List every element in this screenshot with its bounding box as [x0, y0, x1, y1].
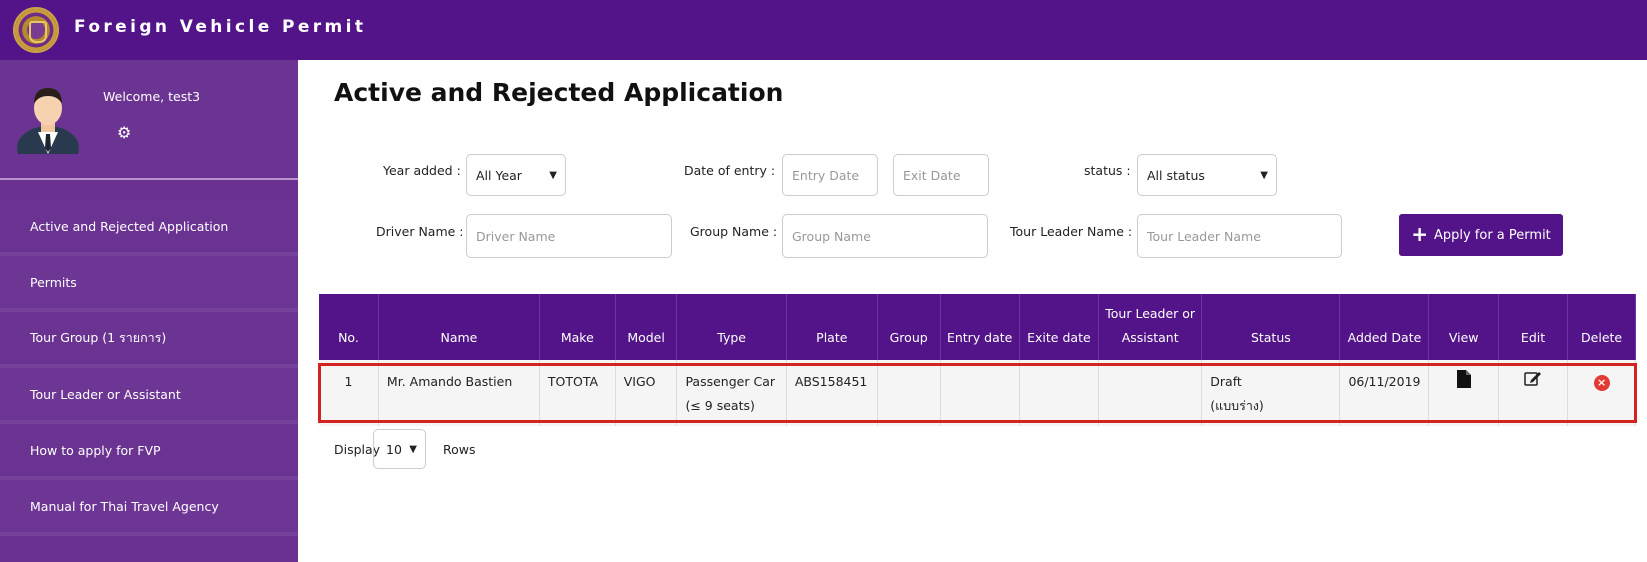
- avatar: [17, 88, 79, 154]
- col-header-entry-date[interactable]: Entry date: [940, 294, 1020, 360]
- cell-group: [877, 360, 941, 426]
- col-header-no[interactable]: No.: [319, 294, 379, 360]
- type-line-2: (≤ 9 seats): [685, 398, 755, 413]
- cell-make: TOTOTA: [539, 360, 616, 426]
- cell-model: VIGO: [615, 360, 678, 426]
- edit-icon[interactable]: [1524, 370, 1542, 386]
- cell-exit-date: [1019, 360, 1100, 426]
- cell-view: [1428, 360, 1499, 426]
- sidebar-item-active-rejected[interactable]: Active and Rejected Application: [0, 200, 298, 256]
- entry-date-input[interactable]: Entry Date: [782, 154, 878, 196]
- col-header-exit-date[interactable]: Exite date: [1019, 294, 1100, 360]
- year-select[interactable]: All Year ▼: [466, 154, 566, 196]
- cell-no: 1: [319, 360, 379, 426]
- col-header-delete: Delete: [1567, 294, 1636, 360]
- col-header-view: View: [1428, 294, 1499, 360]
- status-line-1: Draft: [1210, 374, 1242, 389]
- col-header-type[interactable]: Type: [676, 294, 787, 360]
- table-row: 1 Mr. Amando Bastien TOTOTA VIGO Passeng…: [319, 360, 1636, 426]
- status-label: status :: [1084, 163, 1131, 178]
- cell-name: Mr. Amando Bastien: [378, 360, 540, 426]
- col-header-group[interactable]: Group: [877, 294, 941, 360]
- col-header-tour-leader[interactable]: Tour Leader or Assistant: [1098, 294, 1203, 360]
- divider: [0, 178, 298, 180]
- rows-label: Rows: [443, 442, 476, 457]
- status-line-2: (แบบร่าง): [1210, 398, 1264, 413]
- sidebar-item-permits[interactable]: Permits: [0, 256, 298, 312]
- group-name-input[interactable]: Group Name: [782, 214, 988, 258]
- cell-plate: ABS158451: [786, 360, 878, 426]
- exit-date-input[interactable]: Exit Date: [893, 154, 989, 196]
- col-header-added-date[interactable]: Added Date: [1339, 294, 1430, 360]
- col-header-make[interactable]: Make: [539, 294, 616, 360]
- emblem-logo: [13, 7, 59, 53]
- driver-name-input[interactable]: Driver Name: [466, 214, 672, 258]
- apply-permit-button[interactable]: + Apply for a Permit: [1399, 214, 1563, 256]
- rows-per-page-select[interactable]: 10 ▼: [373, 429, 426, 469]
- chevron-down-icon: ▼: [409, 443, 417, 455]
- cell-edit: [1498, 360, 1569, 426]
- main-content: Active and Rejected Application Year add…: [298, 60, 1647, 562]
- delete-icon[interactable]: ×: [1593, 375, 1610, 391]
- plus-icon: +: [1411, 222, 1428, 246]
- welcome-text: Welcome, test3: [103, 89, 201, 104]
- cell-status: Draft (แบบร่าง): [1201, 360, 1341, 426]
- status-select[interactable]: All status ▼: [1137, 154, 1277, 196]
- sidebar-item-tour-group[interactable]: Tour Group (1 รายการ): [0, 312, 298, 368]
- sidebar-item-how-to-apply[interactable]: How to apply for FVP: [0, 424, 298, 480]
- sidebar-item-label: Manual for Thai Travel Agency: [30, 498, 219, 514]
- chevron-down-icon: ▼: [549, 169, 557, 181]
- sidebar-item-tour-leader[interactable]: Tour Leader or Assistant: [0, 368, 298, 424]
- chevron-down-icon: ▼: [1260, 169, 1268, 181]
- cell-delete: ×: [1567, 360, 1636, 426]
- date-of-entry-label: Date of entry :: [684, 163, 776, 178]
- group-name-label: Group Name :: [690, 224, 778, 239]
- apply-permit-label: Apply for a Permit: [1433, 227, 1551, 243]
- gear-icon[interactable]: ⚙: [117, 124, 135, 142]
- cell-entry-date: [940, 360, 1020, 426]
- col-header-edit: Edit: [1498, 294, 1569, 360]
- user-profile: Welcome, test3 ⚙: [0, 60, 298, 178]
- col-header-model[interactable]: Model: [615, 294, 678, 360]
- sidebar-item-label: Tour Group (1 รายการ): [30, 330, 167, 345]
- app-title: Foreign Vehicle Permit: [74, 17, 367, 37]
- tour-leader-name-label: Tour Leader Name :: [1010, 224, 1133, 239]
- year-added-label: Year added :: [383, 163, 461, 178]
- applications-table: No. Name Make Model Type Plate Group Ent…: [319, 294, 1636, 426]
- sidebar-item-label: How to apply for FVP: [30, 442, 161, 458]
- document-icon[interactable]: [1456, 370, 1472, 388]
- sidebar-item-label: Tour Leader or Assistant: [30, 386, 181, 402]
- status-select-value: All status: [1147, 167, 1205, 183]
- cell-tour-leader: [1098, 360, 1203, 426]
- tour-leader-name-input[interactable]: Tour Leader Name: [1137, 214, 1342, 258]
- cell-type: Passenger Car (≤ 9 seats): [676, 360, 787, 426]
- driver-name-label: Driver Name :: [376, 224, 464, 239]
- year-select-value: All Year: [476, 167, 522, 183]
- col-header-plate[interactable]: Plate: [786, 294, 878, 360]
- rows-per-page-value: 10: [386, 441, 402, 457]
- table-header-row: No. Name Make Model Type Plate Group Ent…: [319, 294, 1636, 360]
- page-title: Active and Rejected Application: [334, 78, 784, 107]
- sidebar: Welcome, test3 ⚙ Active and Rejected App…: [0, 60, 298, 562]
- sidebar-item-label: Active and Rejected Application: [30, 218, 229, 234]
- cell-added-date: 06/11/2019: [1339, 360, 1430, 426]
- top-bar: Foreign Vehicle Permit: [0, 0, 1647, 60]
- sidebar-nav: Active and Rejected Application Permits …: [0, 200, 298, 536]
- sidebar-item-manual[interactable]: Manual for Thai Travel Agency: [0, 480, 298, 536]
- sidebar-item-label: Permits: [30, 274, 77, 290]
- type-line-1: Passenger Car: [685, 374, 775, 389]
- col-header-status[interactable]: Status: [1201, 294, 1341, 360]
- col-header-name[interactable]: Name: [378, 294, 540, 360]
